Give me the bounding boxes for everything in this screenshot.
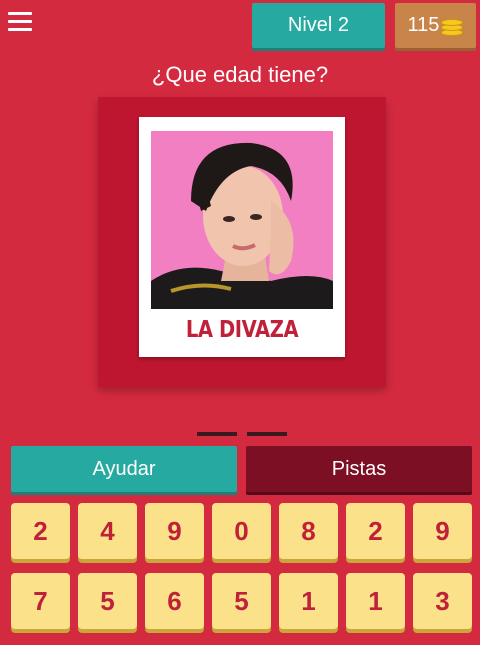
help-label: Ayudar	[92, 457, 156, 480]
level-label: Nivel 2	[287, 14, 350, 36]
key-button[interactable]: 7	[11, 573, 70, 629]
card-caption: LA DIVAZA	[185, 317, 299, 343]
help-button[interactable]: Ayudar	[11, 446, 237, 492]
question-text: ¿Que edad tiene?	[151, 62, 329, 87]
key-button[interactable]: 5	[78, 573, 137, 629]
key-button[interactable]: 2	[346, 503, 405, 559]
coins-button[interactable]: 115	[395, 3, 476, 48]
key-button[interactable]: 3	[413, 573, 472, 629]
key-button[interactable]: 8	[279, 503, 338, 559]
key-button[interactable]: 5	[212, 573, 271, 629]
key-button[interactable]: 1	[346, 573, 405, 629]
answer-slot-2[interactable]	[247, 432, 287, 436]
key-button[interactable]: 4	[78, 503, 137, 559]
coin-count: 115	[407, 14, 440, 36]
answer-slot-1[interactable]	[197, 432, 237, 436]
menu-icon[interactable]	[8, 12, 32, 34]
polaroid-card: LA DIVAZA	[139, 117, 345, 357]
key-button[interactable]: 2	[11, 503, 70, 559]
hints-label: Pistas	[331, 457, 387, 480]
hints-button[interactable]: Pistas	[246, 446, 472, 492]
coin-stack-icon	[441, 16, 464, 36]
key-button[interactable]: 9	[145, 503, 204, 559]
person-photo	[151, 131, 333, 309]
key-button[interactable]: 1	[279, 573, 338, 629]
key-button[interactable]: 6	[145, 573, 204, 629]
key-button[interactable]: 0	[212, 503, 271, 559]
key-button[interactable]: 9	[413, 503, 472, 559]
level-button[interactable]: Nivel 2	[252, 3, 385, 48]
